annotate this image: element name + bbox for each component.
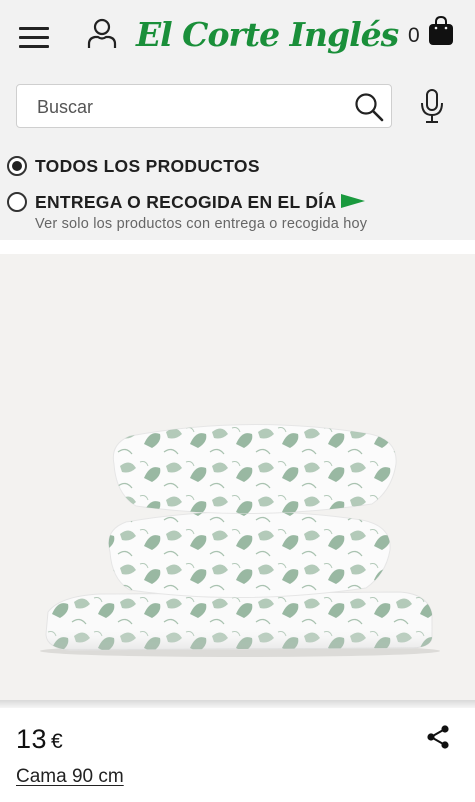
option-same-day-label: ENTREGA O RECOGIDA EN EL DÍA xyxy=(35,192,337,212)
product-image[interactable] xyxy=(0,254,475,706)
top-bar: El Corte Inglés 0 Buscar TODOS LOS PRODU… xyxy=(0,0,475,240)
radio-selected-icon[interactable] xyxy=(7,156,27,176)
menu-icon[interactable] xyxy=(19,25,51,49)
header: El Corte Inglés 0 xyxy=(0,0,475,70)
green-flag-icon xyxy=(341,194,365,208)
share-icon[interactable] xyxy=(425,724,451,750)
search-icon[interactable] xyxy=(354,92,384,122)
divider xyxy=(0,700,475,708)
logo-text: El Corte Inglés xyxy=(136,14,399,54)
product-price: 13 € xyxy=(16,724,63,755)
radio-unselected-icon[interactable] xyxy=(7,192,27,212)
search-placeholder: Buscar xyxy=(37,97,94,117)
price-currency: € xyxy=(51,730,64,753)
product-size-link[interactable]: Cama 90 cm xyxy=(16,766,124,788)
brand-logo[interactable]: El Corte Inglés xyxy=(136,8,399,60)
pillows-and-sheet-set-image xyxy=(40,424,440,657)
user-icon[interactable] xyxy=(86,17,118,51)
microphone-icon[interactable] xyxy=(419,88,445,124)
shopping-bag-icon[interactable] xyxy=(427,16,455,46)
option-same-day-sublabel: Ver solo los productos con entrega o rec… xyxy=(35,216,368,232)
option-all-products-label: TODOS LOS PRODUCTOS xyxy=(35,156,260,176)
search-input[interactable]: Buscar xyxy=(16,84,392,128)
price-value: 13 xyxy=(16,724,48,754)
cart-count[interactable]: 0 xyxy=(408,24,420,48)
